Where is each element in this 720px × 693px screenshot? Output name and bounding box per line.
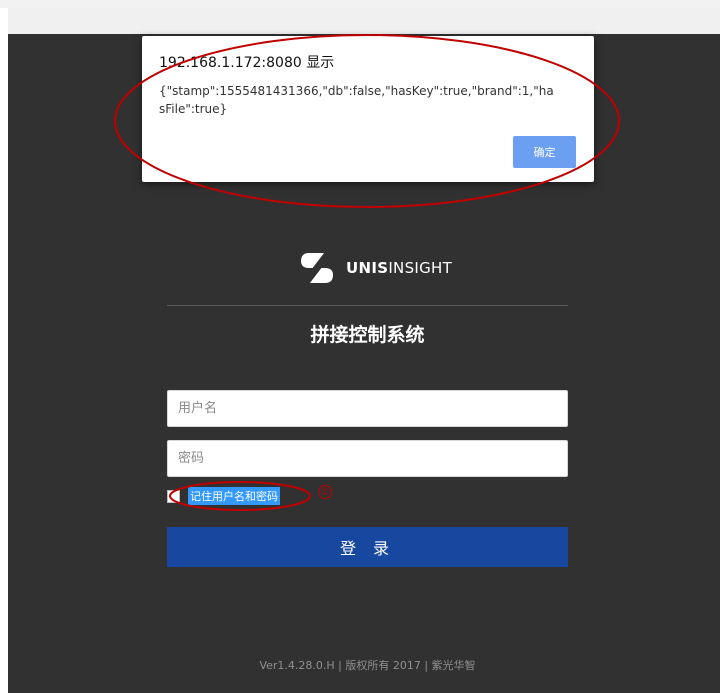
- alert-dialog: 192.168.1.172:8080 显示 {"stamp":155548143…: [142, 36, 594, 182]
- unis-logo-icon: [301, 248, 333, 288]
- remember-me-row[interactable]: 记住用户名和密码: [167, 487, 280, 505]
- login-button[interactable]: 登 录: [167, 527, 568, 567]
- remember-me-label[interactable]: 记住用户名和密码: [188, 487, 280, 505]
- remember-me-checkbox[interactable]: [167, 489, 180, 503]
- dialog-message: {"stamp":1555481431366,"db":false,"hasKe…: [159, 84, 554, 116]
- username-input[interactable]: [167, 390, 568, 427]
- page-top-band: [8, 8, 720, 34]
- version-footer: Ver1.4.28.0.H | 版权所有 2017 | 紫光华智: [259, 659, 476, 672]
- page-title: 拼接控制系统: [310, 324, 425, 346]
- browser-top-strip: [0, 0, 720, 8]
- dialog-title: 192.168.1.172:8080 显示: [159, 55, 335, 71]
- logo-divider: [167, 305, 568, 306]
- annotation-marker: ①: [318, 485, 332, 499]
- brand-logo: UNISINSIGHT: [296, 247, 452, 289]
- password-input[interactable]: [167, 440, 568, 477]
- dialog-ok-button[interactable]: 确定: [513, 136, 576, 168]
- brand-name: UNISINSIGHT: [346, 259, 453, 277]
